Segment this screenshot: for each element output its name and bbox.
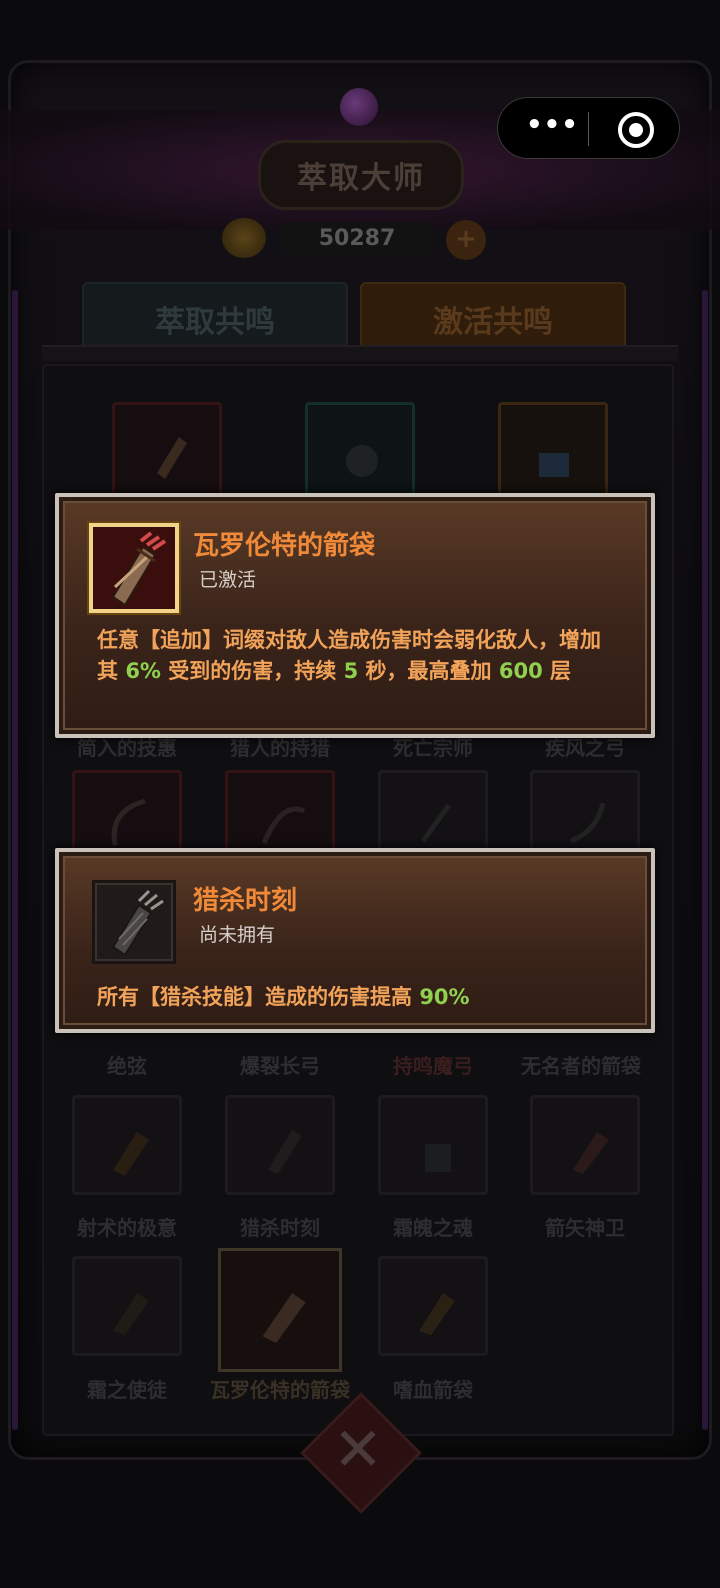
item-label: 射术的极意 <box>77 1216 177 1240</box>
item-label: 霜魄之魂 <box>393 1216 473 1240</box>
item-status: 已激活 <box>199 569 257 591</box>
item-name: 猎杀时刻 <box>193 886 298 916</box>
more-menu-button[interactable]: ••• <box>526 112 578 142</box>
grid-item[interactable] <box>112 402 222 502</box>
quiver-icon <box>539 453 569 477</box>
item-tooltip-unowned: 猎杀时刻 尚未拥有 所有【猎杀技能】造成的伤害提高 90% <box>55 848 655 1033</box>
close-x-icon: ✕ <box>332 1415 384 1485</box>
gold-coin-icon <box>222 218 266 258</box>
right-rail <box>702 290 708 1430</box>
item-label: 无名者的箭袋 <box>521 1054 641 1078</box>
item-description: 任意【追加】词缀对敌人造成伤害时会弱化敌人，增加其 6% 受到的伤害，持续 5 … <box>97 628 601 683</box>
grid-item[interactable] <box>530 1095 640 1195</box>
grid-item[interactable] <box>378 1095 488 1195</box>
bow-icon <box>111 798 146 846</box>
grid-item[interactable] <box>305 402 415 502</box>
arrow-bundle-icon <box>425 1144 451 1172</box>
bow-icon <box>261 806 306 844</box>
arrow-bundle-icon <box>268 1130 302 1174</box>
grid-item[interactable] <box>378 1256 488 1356</box>
arrow-bundle-icon <box>113 1293 149 1335</box>
item-label: 猎杀时刻 <box>240 1216 320 1240</box>
item-description: 所有【猎杀技能】造成的伤害提高 90% <box>97 985 470 1009</box>
quiver-icon <box>113 1132 149 1176</box>
item-label: 爆裂长弓 <box>240 1054 320 1078</box>
coin-count: 50287 <box>282 222 432 256</box>
add-coin-button[interactable]: + <box>446 220 486 260</box>
bow-icon <box>420 803 452 843</box>
capsule-divider <box>588 112 589 146</box>
quiver-icon <box>262 1293 306 1343</box>
grid-item[interactable] <box>72 1256 182 1356</box>
title-plate: 萃取大师 <box>258 140 464 210</box>
orb-ornament <box>340 88 378 126</box>
item-label: 霜之使徒 <box>87 1378 167 1402</box>
quiver-icon <box>89 523 179 613</box>
grid-item[interactable] <box>225 1095 335 1195</box>
currency-bar: 50287 + <box>222 218 494 260</box>
grid-item[interactable] <box>72 1095 182 1195</box>
quiver-icon <box>419 1293 455 1335</box>
item-label: 嗜血箭袋 <box>393 1378 473 1402</box>
quiver-icon <box>157 437 187 479</box>
arrow-bundle-icon <box>346 445 378 477</box>
left-rail <box>12 290 18 1430</box>
item-label: 瓦罗伦特的箭袋 <box>210 1378 350 1402</box>
quiver-icon <box>573 1132 609 1174</box>
page-title: 萃取大师 <box>297 161 425 196</box>
arrow-bundle-icon <box>92 880 176 964</box>
item-status: 尚未拥有 <box>199 924 276 946</box>
item-tooltip-activated: 瓦罗伦特的箭袋 已激活 任意【追加】词缀对敌人造成伤害时会弱化敌人，增加其 6%… <box>55 493 655 738</box>
grid-item[interactable] <box>498 402 608 502</box>
item-name: 瓦罗伦特的箭袋 <box>193 531 376 561</box>
tab-underline <box>42 345 678 361</box>
miniprogram-capsule: ••• <box>497 97 680 159</box>
selected-item-slot[interactable] <box>218 1248 342 1372</box>
item-label: 持鸣魔弓 <box>393 1054 473 1078</box>
close-miniprogram-icon[interactable] <box>618 112 654 148</box>
item-label: 箭矢神卫 <box>545 1216 625 1240</box>
item-label: 绝弦 <box>107 1054 147 1078</box>
bow-icon <box>570 802 606 844</box>
